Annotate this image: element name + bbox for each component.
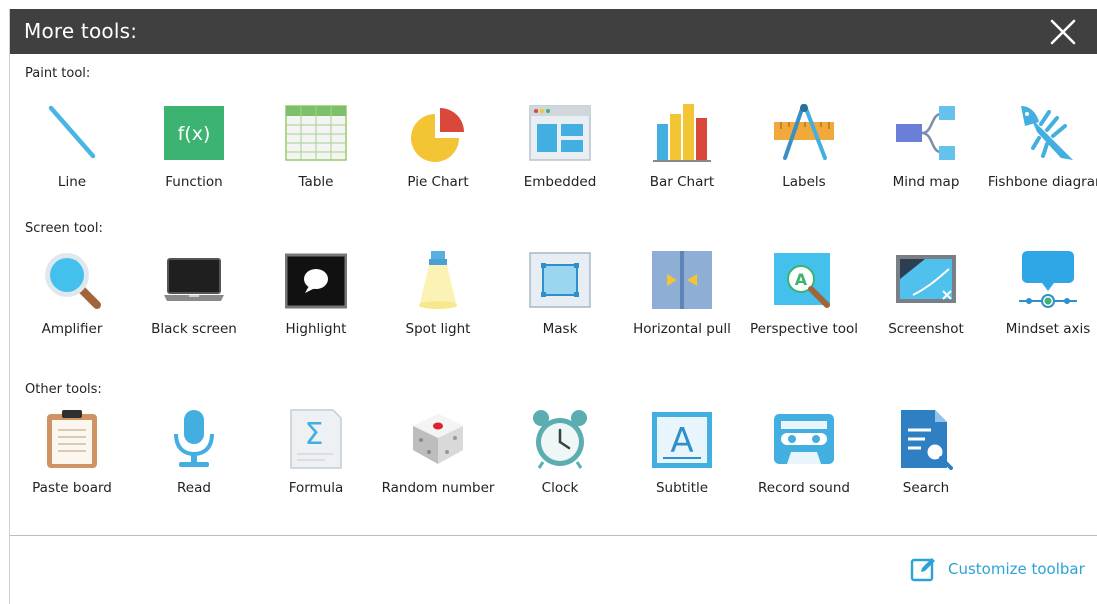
tool-mask[interactable]: Mask bbox=[499, 249, 621, 349]
footer-divider bbox=[10, 535, 1097, 536]
svg-text:f(x): f(x) bbox=[178, 123, 211, 145]
tool-mind-map[interactable]: Mind map bbox=[865, 102, 987, 202]
tool-label: Mind map bbox=[892, 174, 960, 190]
tool-random-number[interactable]: Random number bbox=[377, 408, 499, 508]
alarm-clock-icon bbox=[529, 408, 591, 470]
tool-label: Bar Chart bbox=[649, 174, 715, 190]
tool-label: Mask bbox=[542, 321, 578, 337]
formula-icon: Σ bbox=[285, 408, 347, 470]
tool-label: Paste board bbox=[32, 480, 112, 496]
screen-tool-heading: Screen tool: bbox=[25, 221, 103, 236]
magnifier-icon bbox=[41, 249, 103, 311]
table-icon bbox=[285, 102, 347, 164]
tool-table[interactable]: Table bbox=[255, 102, 377, 202]
tool-pie-chart[interactable]: Pie Chart bbox=[377, 102, 499, 202]
tool-horizontal-pull[interactable]: Horizontal pull bbox=[621, 249, 743, 349]
customize-toolbar-label: Customize toolbar bbox=[948, 560, 1085, 578]
tool-label: Pie Chart bbox=[407, 174, 469, 190]
spotlight-icon bbox=[407, 249, 469, 311]
tool-label: Clock bbox=[541, 480, 579, 496]
tool-label: Embedded bbox=[523, 174, 597, 190]
cassette-icon bbox=[773, 408, 835, 470]
tool-label: Screenshot bbox=[888, 321, 964, 337]
tool-label: Subtitle bbox=[655, 480, 709, 496]
tool-label: Read bbox=[177, 480, 211, 496]
tool-black-screen[interactable]: Black screen bbox=[133, 249, 255, 349]
tool-bar-chart[interactable]: Bar Chart bbox=[621, 102, 743, 202]
tool-label: Labels bbox=[782, 174, 826, 190]
embedded-icon bbox=[529, 102, 591, 164]
line-icon bbox=[41, 102, 103, 164]
search-document-icon bbox=[895, 408, 957, 470]
close-icon[interactable] bbox=[1049, 18, 1077, 46]
fishbone-icon bbox=[1017, 102, 1079, 164]
svg-text:Σ: Σ bbox=[305, 417, 324, 452]
tool-label: Horizontal pull bbox=[633, 321, 731, 337]
mind-map-icon bbox=[895, 102, 957, 164]
labels-icon bbox=[773, 102, 835, 164]
tool-label: Random number bbox=[381, 480, 495, 496]
tool-highlight[interactable]: Highlight bbox=[255, 249, 377, 349]
tool-search[interactable]: Search bbox=[865, 408, 987, 508]
tool-paste-board[interactable]: Paste board bbox=[11, 408, 133, 508]
tool-label: Line bbox=[57, 174, 87, 190]
dialog-title: More tools: bbox=[24, 19, 138, 43]
more-tools-dialog: More tools: Paint tool: Line f(x) Functi… bbox=[9, 9, 1097, 604]
tool-line[interactable]: Line bbox=[11, 102, 133, 202]
tool-fishbone-diagram[interactable]: Fishbone diagram bbox=[987, 102, 1097, 202]
tool-label: Fishbone diagram bbox=[987, 174, 1097, 190]
dice-icon bbox=[407, 408, 469, 470]
tool-function[interactable]: f(x) Function bbox=[133, 102, 255, 202]
svg-text:A: A bbox=[670, 421, 693, 461]
tool-label: Formula bbox=[288, 480, 344, 496]
microphone-icon bbox=[163, 408, 225, 470]
tool-perspective-tool[interactable]: A Perspective tool bbox=[743, 249, 865, 349]
mindset-axis-icon bbox=[1017, 249, 1079, 311]
black-screen-icon bbox=[163, 249, 225, 311]
tool-label: Search bbox=[902, 480, 950, 496]
highlight-icon bbox=[285, 249, 347, 311]
dialog-titlebar: More tools: bbox=[10, 9, 1097, 54]
perspective-icon: A bbox=[773, 249, 835, 311]
tool-label: Record sound bbox=[758, 480, 850, 496]
other-tools-heading: Other tools: bbox=[25, 382, 102, 397]
tool-spot-light[interactable]: Spot light bbox=[377, 249, 499, 349]
tool-label: Black screen bbox=[151, 321, 237, 337]
tool-labels[interactable]: Labels bbox=[743, 102, 865, 202]
tool-label: Highlight bbox=[285, 321, 347, 337]
bar-chart-icon bbox=[651, 102, 713, 164]
tool-subtitle[interactable]: A Subtitle bbox=[621, 408, 743, 508]
subtitle-icon: A bbox=[651, 408, 713, 470]
svg-text:A: A bbox=[795, 270, 808, 289]
screenshot-icon bbox=[895, 249, 957, 311]
tool-label: Perspective tool bbox=[749, 321, 859, 337]
paint-tool-heading: Paint tool: bbox=[25, 66, 91, 81]
tool-amplifier[interactable]: Amplifier bbox=[11, 249, 133, 349]
mask-icon bbox=[529, 249, 591, 311]
pie-chart-icon bbox=[407, 102, 469, 164]
tool-embedded[interactable]: Embedded bbox=[499, 102, 621, 202]
tool-label: Amplifier bbox=[41, 321, 103, 337]
tool-label: Function bbox=[165, 174, 223, 190]
function-icon: f(x) bbox=[163, 102, 225, 164]
tool-mindset-axis[interactable]: Mindset axis bbox=[987, 249, 1097, 349]
tool-label: Spot light bbox=[405, 321, 471, 337]
tool-read[interactable]: Read bbox=[133, 408, 255, 508]
clipboard-icon bbox=[41, 408, 103, 470]
horizontal-pull-icon bbox=[651, 249, 713, 311]
tool-formula[interactable]: Σ Formula bbox=[255, 408, 377, 508]
tool-screenshot[interactable]: Screenshot bbox=[865, 249, 987, 349]
tool-clock[interactable]: Clock bbox=[499, 408, 621, 508]
tool-record-sound[interactable]: Record sound bbox=[743, 408, 865, 508]
tool-label: Mindset axis bbox=[1005, 321, 1091, 337]
tool-label: Table bbox=[298, 174, 334, 190]
edit-icon bbox=[910, 555, 938, 583]
